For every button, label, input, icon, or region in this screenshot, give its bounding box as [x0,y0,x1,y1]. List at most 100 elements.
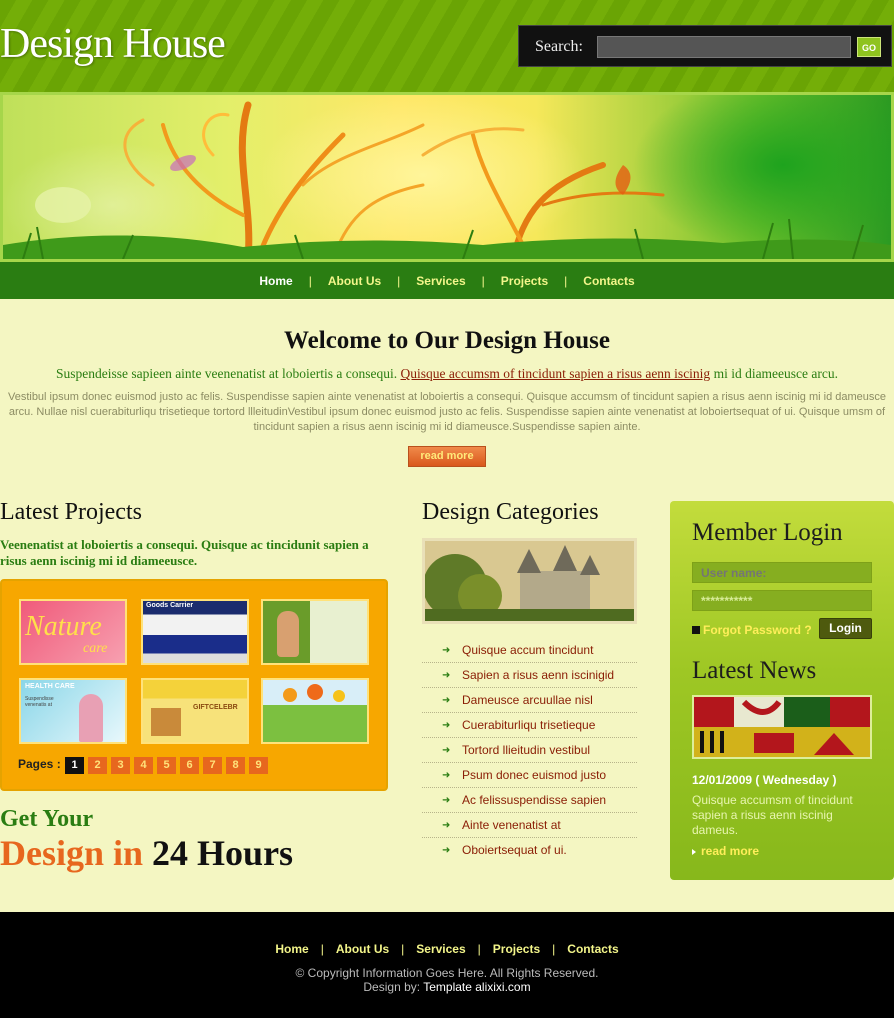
nav-services[interactable]: Services [416,274,465,288]
arrow-right-icon: ➜ [442,695,451,706]
arrow-right-icon: ➜ [442,795,451,806]
main-nav: Home | About Us | Services | Projects | Contacts [0,262,894,299]
search-label: Search: [535,38,583,55]
design-by-line: Design by: Template alixixi.com [0,980,894,994]
arrow-right-icon: ➜ [442,745,451,756]
category-label: Cuerabiturliqu trisetieque [462,718,596,732]
page-4[interactable]: 4 [134,757,153,774]
page-5[interactable]: 5 [157,757,176,774]
page-9[interactable]: 9 [249,757,268,774]
header: Design House Search: GO [0,0,894,92]
welcome-title: Welcome to Our Design House [284,327,610,354]
bullet-icon [692,625,700,634]
category-label: Tortord llieitudin vestibul [462,743,591,757]
sidebar: Member Login Forgot Password ? Login Lat… [670,501,894,880]
copyright-block: © Copyright Information Goes Here. All R… [0,966,894,994]
welcome-lead-link[interactable]: Quisque accumsm of tincidunt sapien a ri… [401,366,711,381]
arrow-right-icon: ➜ [442,645,451,656]
category-item[interactable]: ➜ Sapien a risus aenn iscinigid [422,663,637,688]
news-read-more-label: read more [701,844,760,858]
project-thumb-nature[interactable]: Nature care [19,599,127,665]
page-1[interactable]: 1 [65,757,84,774]
thumb-title: Nature [25,611,102,642]
forgot-password-label: Forgot Password ? [703,623,812,637]
nav-about-us[interactable]: About Us [328,274,381,288]
site-logo[interactable]: Design House [0,20,226,68]
page-2[interactable]: 2 [88,757,107,774]
arrow-right-icon: ➜ [442,820,451,831]
copyright-text: © Copyright Information Goes Here. All R… [295,966,599,980]
page-3[interactable]: 3 [111,757,130,774]
design-by-link[interactable]: Template alixixi.com [423,980,530,994]
footer-separator: | [401,942,405,956]
project-thumb-health-care[interactable]: HEALTH CARE Suspendisse venenatis at [19,678,127,744]
castle-illustration [425,541,634,621]
nav-home[interactable]: Home [259,274,292,288]
login-button[interactable]: Login [819,618,872,639]
project-thumb-goods-carrier[interactable]: Goods Carrier [141,599,249,665]
search-input[interactable] [597,36,851,58]
project-thumb-gift[interactable]: GIFTCELEBR [141,678,249,744]
news-read-more-link[interactable]: read more [692,844,759,858]
news-image [692,695,872,759]
latest-projects-lead: Veenenatist at loboiertis a consequi. Qu… [0,537,369,568]
arrow-right-icon: ➜ [442,670,451,681]
category-label: Psum donec euismod justo [462,768,607,782]
arrow-right-icon: ➜ [442,845,451,856]
nav-separator: | [481,274,485,288]
thumb-title: HEALTH CARE [25,683,75,690]
footer-nav-services[interactable]: Services [416,942,465,956]
page-6[interactable]: 6 [180,757,199,774]
category-item[interactable]: ➜ Psum donec euismod justo [422,763,637,788]
footer-nav-projects[interactable]: Projects [493,942,540,956]
category-item[interactable]: ➜ Quisque accum tincidunt [422,638,637,663]
thumb-title: Goods Carrier [146,602,194,609]
footer-separator: | [477,942,481,956]
thumb-subtitle: Suspendisse venenatis at [25,696,54,708]
forgot-password-link[interactable]: Forgot Password ? [692,623,812,637]
arrow-right-icon: ➜ [442,720,451,731]
search-go-button[interactable]: GO [857,37,881,57]
password-field[interactable] [692,590,872,611]
footer-nav-home[interactable]: Home [275,942,308,956]
category-item[interactable]: ➜ Cuerabiturliqu trisetieque [422,713,637,738]
footer-nav-contacts[interactable]: Contacts [567,942,618,956]
arrow-right-icon: ➜ [442,770,451,781]
footer-separator: | [320,942,324,956]
category-item[interactable]: ➜ Ainte venenatist at [422,813,637,838]
member-login-title: Member Login [692,519,843,546]
promo-hours: 24 Hours [152,833,294,873]
nav-projects[interactable]: Projects [501,274,548,288]
nav-separator: | [308,274,312,288]
promo-line-1: Get Your [0,806,94,832]
welcome-lead-suffix: mi id diameeusce arcu. [713,366,839,381]
category-item[interactable]: ➜ Ac felissuspendisse sapien [422,788,637,813]
footer-separator: | [552,942,556,956]
project-thumb-garden[interactable] [261,678,369,744]
nav-separator: | [397,274,401,288]
category-item[interactable]: ➜ Dameusce arcuullae nisl [422,688,637,713]
triangle-right-icon [692,848,696,855]
project-thumb-sports[interactable] [261,599,369,665]
thumb-figure [79,694,103,742]
thumb-gift-box [151,708,181,736]
page-8[interactable]: 8 [226,757,245,774]
page-7[interactable]: 7 [203,757,222,774]
news-text: Quisque accumsm of tincidunt sapien a ri… [692,793,853,837]
username-field[interactable] [692,562,872,583]
news-pattern [694,697,870,757]
nav-contacts[interactable]: Contacts [583,274,634,288]
category-label: Oboiertsequat of ui. [462,843,567,857]
footer-nav-about-us[interactable]: About Us [336,942,389,956]
category-item[interactable]: ➜ Tortord llieitudin vestibul [422,738,637,763]
welcome-lead-prefix: Suspendeisse sapieen ainte veenenatist a… [55,366,398,381]
category-label: Quisque accum tincidunt [462,643,594,657]
category-item[interactable]: ➜ Oboiertsequat of ui. [422,838,637,863]
promo-line-2: Design in 24 Hours [0,832,293,874]
thumb-subtitle: care [83,641,108,656]
welcome-read-more-button[interactable]: read more [408,446,486,467]
thumb-figure [277,611,299,657]
nav-separator: | [564,274,568,288]
thumb-title: GIFTCELEBR [193,704,238,711]
banner-artwork [3,101,891,259]
